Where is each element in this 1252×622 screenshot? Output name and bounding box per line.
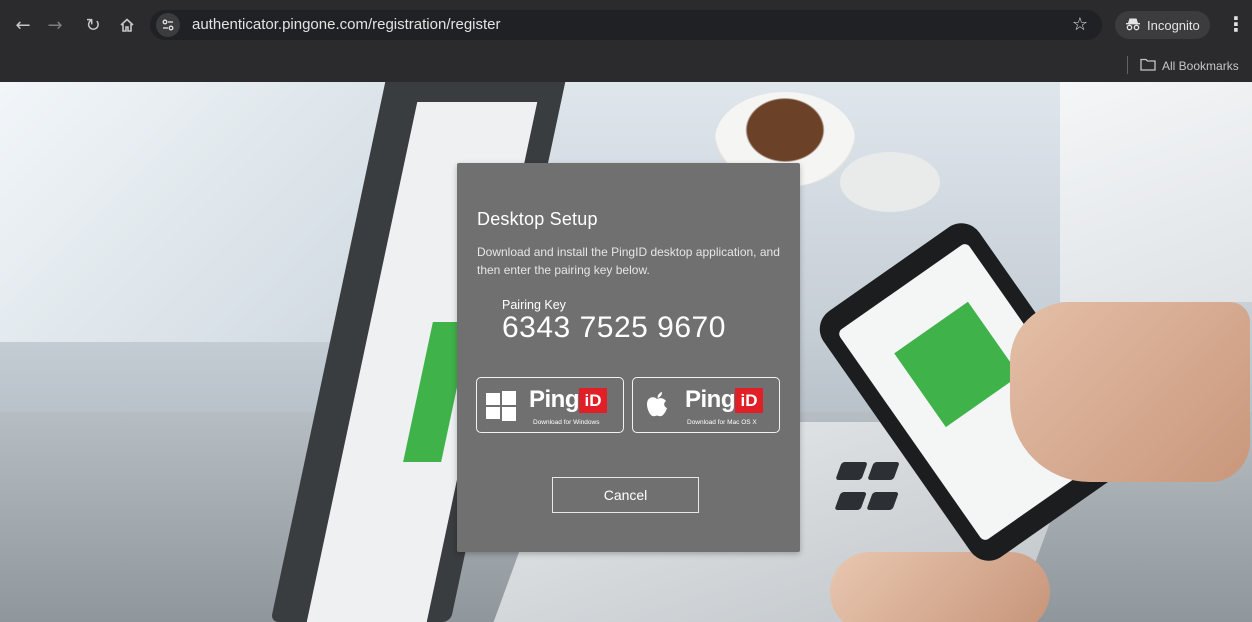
download-mac-button[interactable]: Ping iD Download for Mac OS X [632,377,780,433]
all-bookmarks-button[interactable]: All Bookmarks [1140,55,1239,77]
incognito-label: Incognito [1147,17,1200,33]
forward-arrow-icon[interactable]: → [42,12,68,38]
pairing-key-label: Pairing Key [502,298,566,312]
background-hand-left [830,552,1050,622]
back-arrow-icon[interactable]: ← [10,12,36,38]
site-info-icon[interactable] [156,13,180,37]
id-badge: iD [735,388,763,413]
bookmarks-divider [1127,56,1128,74]
id-badge: iD [579,388,607,413]
background-saucer [840,152,940,212]
download-mac-caption: Download for Mac OS X [687,419,757,426]
background-papers [1060,82,1252,302]
bookmark-star-icon[interactable]: ☆ [1072,14,1088,35]
bookmarks-bar: All Bookmarks [0,50,1252,82]
dialog-description: Download and install the PingID desktop … [477,245,780,277]
download-windows-button[interactable]: Ping iD Download for Windows [476,377,624,433]
incognito-chip[interactable]: Incognito [1115,11,1210,39]
url-text[interactable]: authenticator.pingone.com/registration/r… [192,16,501,33]
browser-toolbar: ← → ↻ authenticator.pingone.com/registra… [0,0,1252,50]
download-windows-caption: Download for Windows [533,419,600,426]
cancel-button[interactable]: Cancel [552,477,699,513]
windows-logo-icon [486,391,516,421]
address-bar[interactable]: authenticator.pingone.com/registration/r… [150,10,1102,40]
reload-icon[interactable]: ↻ [80,12,106,38]
desktop-setup-dialog: Desktop Setup Download and install the P… [457,163,800,552]
background-hand-right [1010,302,1250,482]
ping-brand-text: Ping [685,386,736,413]
dialog-title: Desktop Setup [477,209,598,229]
ping-brand-text: Ping [529,386,580,413]
apple-logo-icon [646,392,667,417]
pairing-key-value: 6343 7525 9670 [502,311,726,344]
folder-icon [1140,58,1156,74]
home-icon[interactable] [114,12,140,38]
incognito-icon [1125,17,1141,34]
all-bookmarks-label: All Bookmarks [1162,59,1239,73]
more-menu-icon[interactable]: ⋮ [1226,12,1246,36]
